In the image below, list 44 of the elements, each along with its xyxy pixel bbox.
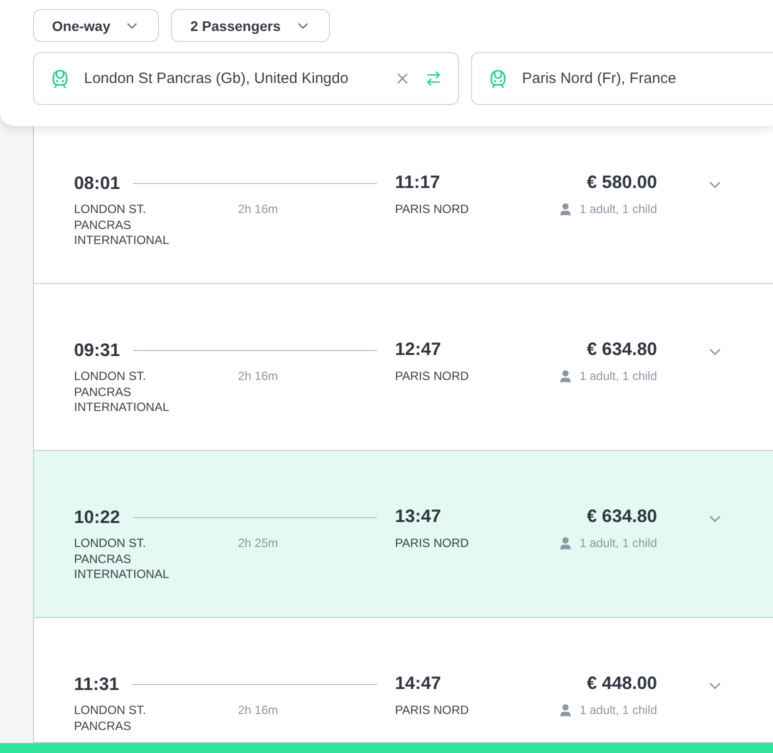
traveller-count: 1 adult, 1 child <box>580 202 657 216</box>
price: € 634.80 <box>586 339 657 361</box>
origin-field[interactable]: London St Pancras (Gb), United Kingdo <box>33 52 459 105</box>
price: € 448.00 <box>586 673 657 695</box>
duration: 2h 16m <box>238 703 280 719</box>
price: € 634.80 <box>586 506 657 528</box>
departure-time: 08:01 <box>74 172 120 194</box>
journey-card[interactable]: 09:31 12:47 € 634.80 LONDON ST. PANCRAS INTERNATIONAL 2h 16m PARIS NORD 1 adult, 1 child <box>33 284 773 451</box>
duration: 2h 16m <box>238 369 280 385</box>
journey-card[interactable]: 11:31 14:47 € 448.00 LONDON ST. PANCRAS 2h 16m PARIS NORD 1 adult, 1 child <box>33 618 773 743</box>
train-icon <box>50 68 70 88</box>
departure-station: LONDON ST. PANCRAS INTERNATIONAL <box>74 202 170 248</box>
train-icon <box>488 68 508 88</box>
arrival-time: 14:47 <box>395 673 442 695</box>
price: € 580.00 <box>586 172 657 194</box>
arrival-station: PARIS NORD <box>395 703 470 719</box>
swap-arrows-icon <box>425 70 442 87</box>
arrival-station: PARIS NORD <box>395 202 470 218</box>
departure-time: 09:31 <box>74 340 120 360</box>
departure-time: 10:22 <box>74 506 120 528</box>
duration: 2h 25m <box>238 536 280 552</box>
trip-type-dropdown[interactable]: One-way <box>33 9 160 42</box>
duration: 2h 16m <box>238 202 280 218</box>
journey-card[interactable]: 08:01 11:17 € 580.00 LONDON ST. PANCRAS INTERNATIONAL 2h 16m PARIS NORD 1 adult, 1 child <box>33 126 773 284</box>
departure-station: LONDON ST. PANCRAS INTERNATIONAL <box>74 536 170 582</box>
person-icon <box>558 202 573 217</box>
departure-station: LONDON ST. PANCRAS INTERNATIONAL <box>74 369 170 416</box>
traveller-count: 1 adult, 1 child <box>580 703 657 717</box>
traveller-count: 1 adult, 1 child <box>580 369 657 383</box>
destination-field[interactable]: Paris Nord (Fr), France <box>471 52 773 105</box>
traveller-count: 1 adult, 1 child <box>580 536 657 550</box>
arrival-time: 12:47 <box>395 339 442 361</box>
arrival-time: 13:47 <box>395 506 442 528</box>
arrival-station: PARIS NORD <box>395 369 470 385</box>
passengers-dropdown[interactable]: 2 Passengers <box>171 9 330 42</box>
departure-time: 11:31 <box>74 674 120 694</box>
journey-card[interactable]: 10:22 13:47 € 634.80 LONDON ST. PANCRAS INTERNATIONAL 2h 25m PARIS NORD 1 adult, 1 child <box>33 451 773 618</box>
person-icon <box>558 369 573 384</box>
arrival-time: 11:17 <box>395 172 442 194</box>
person-icon <box>558 536 573 551</box>
swap-button[interactable] <box>425 70 442 87</box>
arrival-station: PARIS NORD <box>395 536 470 552</box>
departure-station: LONDON ST. PANCRAS <box>74 703 148 734</box>
person-icon <box>558 703 573 718</box>
